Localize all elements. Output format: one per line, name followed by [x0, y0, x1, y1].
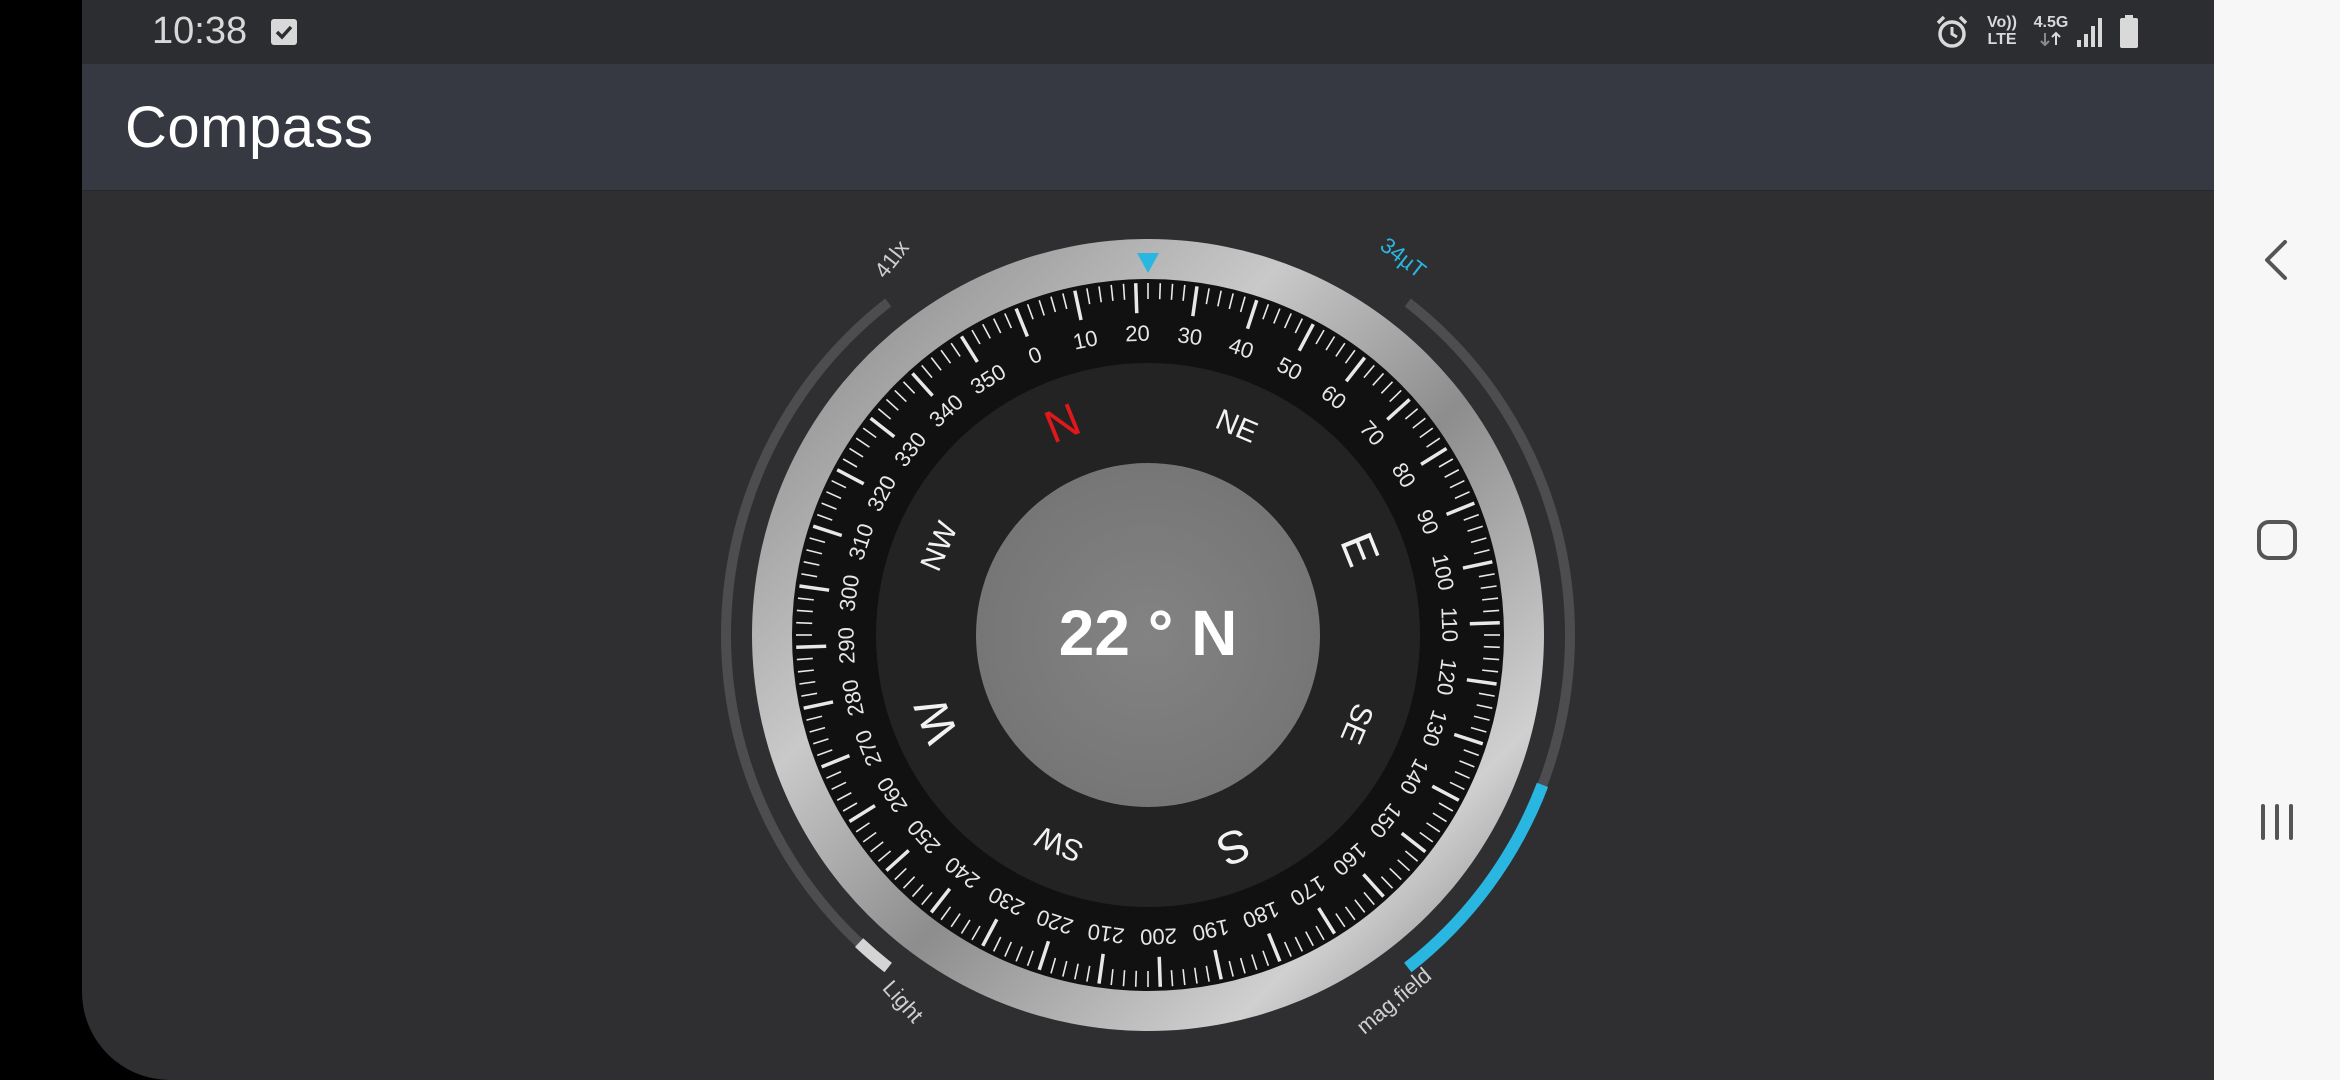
heading-readout: 22 ° N — [1059, 597, 1238, 669]
home-icon[interactable] — [2237, 500, 2317, 580]
degree-tick — [1157, 956, 1163, 987]
degree-tick — [796, 644, 827, 650]
degree-tick — [1170, 283, 1174, 300]
app-screen: 10:38 Vo)) LTE 4.5G Compass 0 10 20 30 4… — [82, 0, 2214, 1080]
degree-label: 10 — [1071, 325, 1100, 355]
degree-tick — [1158, 283, 1162, 300]
mag-value: 34µT — [1376, 232, 1431, 283]
back-icon[interactable] — [2237, 220, 2317, 300]
degree-tick — [1170, 970, 1174, 987]
degree-label: 290 — [833, 627, 859, 665]
degree-tick — [1469, 620, 1500, 626]
degree-label: 30 — [1176, 322, 1204, 350]
navigation-bar — [2214, 0, 2340, 1080]
degree-tick — [796, 621, 813, 625]
light-label: Light — [878, 975, 929, 1027]
degree-tick — [1483, 645, 1500, 649]
degree-label: 300 — [834, 573, 864, 613]
degree-label: 210 — [1086, 919, 1126, 949]
degree-tick — [1483, 657, 1500, 661]
light-gauge-fill — [855, 938, 892, 973]
degree-tick — [1122, 283, 1126, 300]
degree-label: 20 — [1125, 321, 1150, 347]
compass-widget: 010 20 30 405060708090100110120130140150160… — [721, 232, 1575, 1039]
degree-label: 110 — [1436, 607, 1462, 643]
mag-label: mag.field — [1351, 962, 1435, 1039]
degree-label: 120 — [1432, 657, 1462, 697]
degree-tick — [796, 657, 813, 661]
recents-icon[interactable] — [2237, 782, 2317, 862]
degree-tick — [796, 609, 813, 613]
light-value: 41lx — [869, 235, 914, 282]
degree-tick — [1133, 283, 1139, 314]
degree-tick — [1134, 970, 1138, 987]
degree-tick — [1483, 609, 1500, 613]
degree-tick — [1122, 970, 1126, 987]
degree-label: 200 — [1140, 923, 1178, 949]
